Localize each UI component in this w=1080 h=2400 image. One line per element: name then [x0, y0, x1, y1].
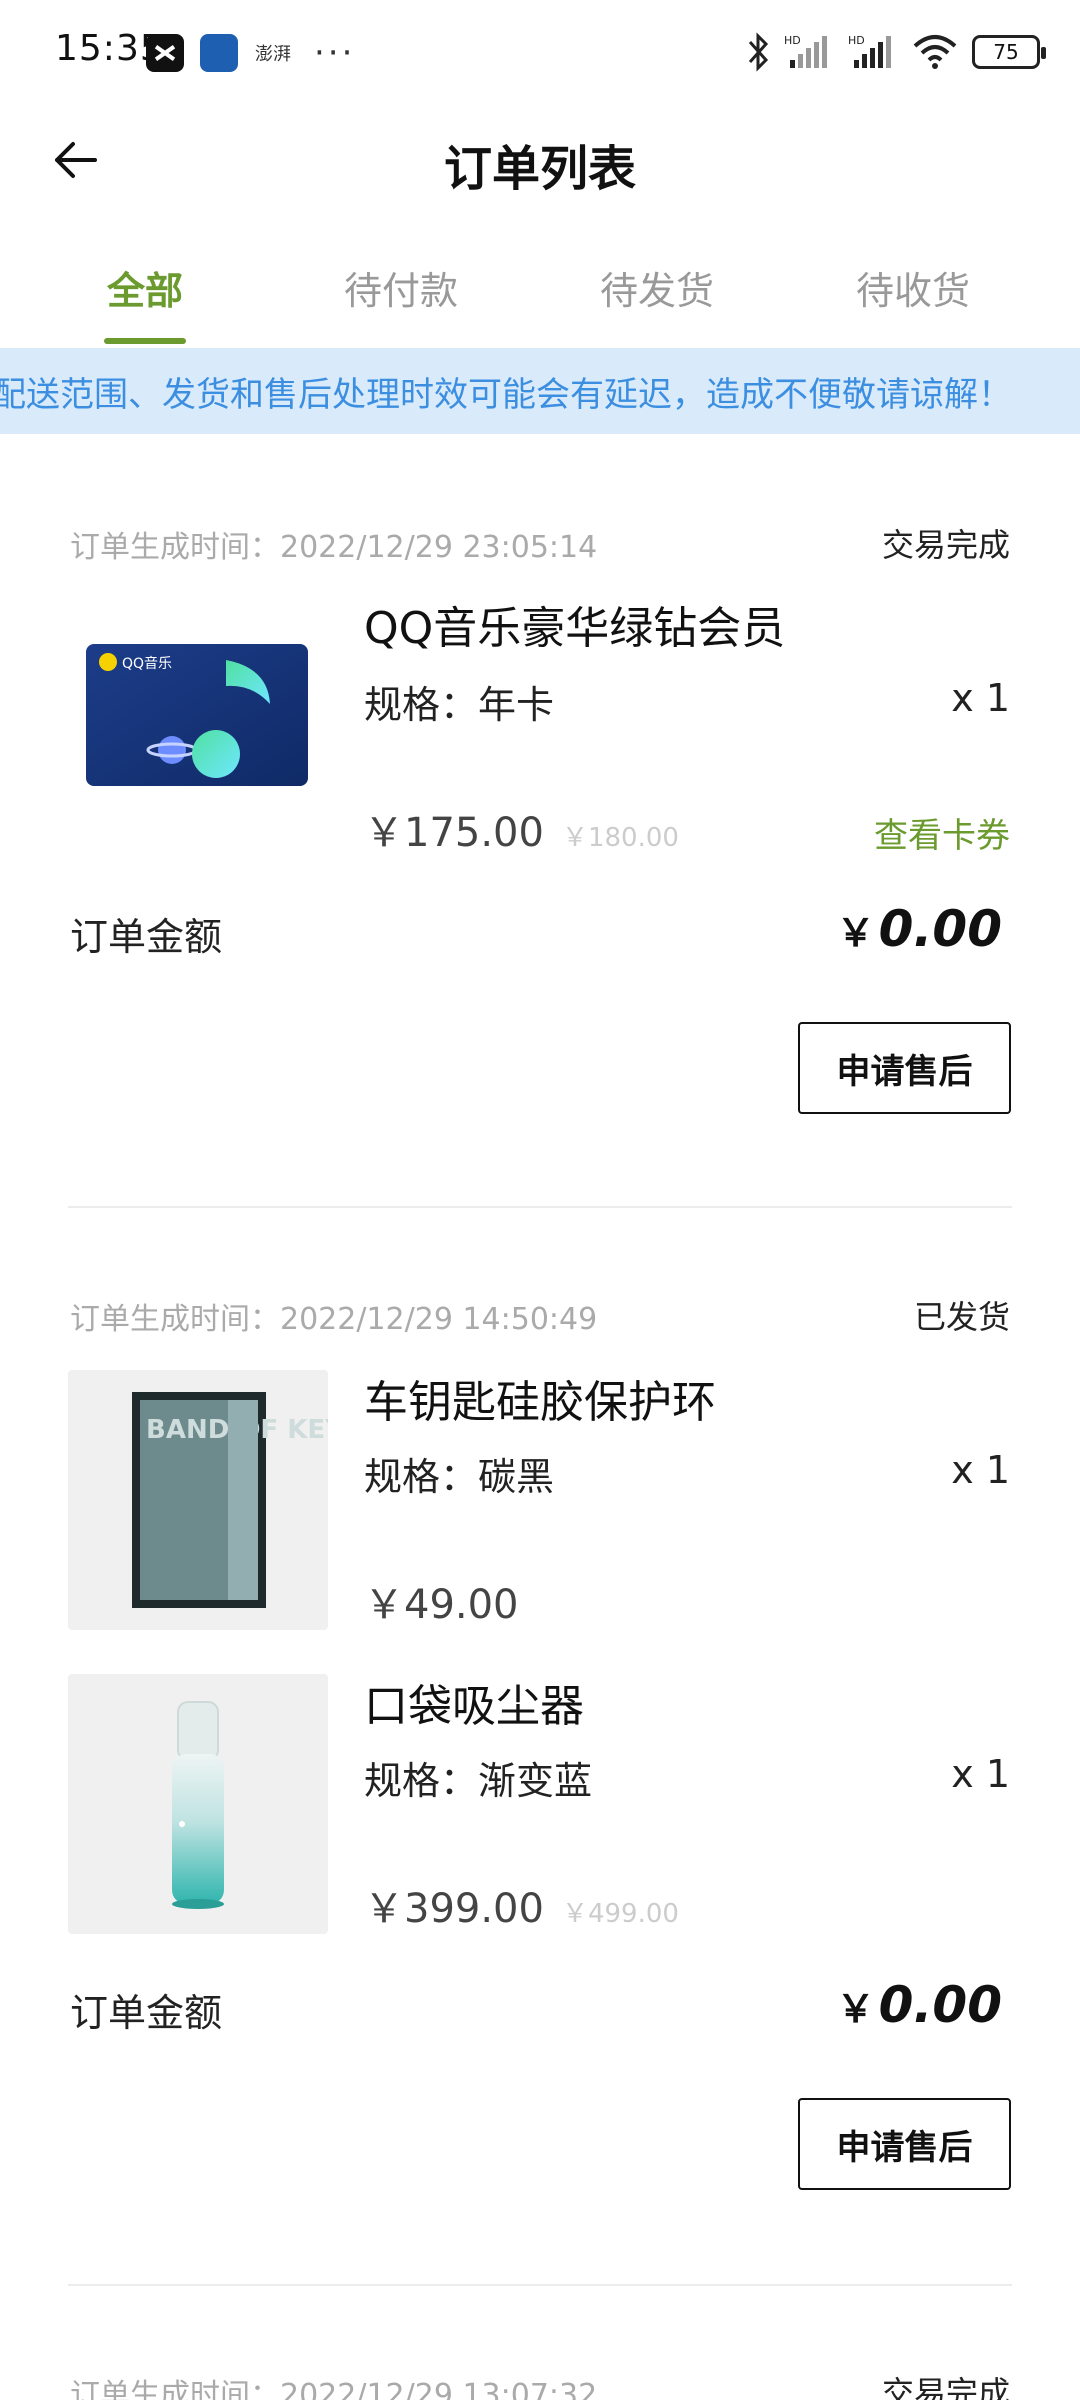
order-time: 订单生成时间：2022/12/29 13:07:32 [70, 2378, 598, 2400]
active-tab-indicator [104, 338, 186, 344]
signal-hd-icon: HD [784, 34, 827, 68]
order-total-amount: ￥0.00 [837, 900, 1002, 958]
order-tabs: 全部 待付款 待发货 待收货 [0, 230, 1080, 345]
bluetooth-icon [748, 32, 769, 72]
svg-text:HD: HD [848, 34, 865, 47]
after-sales-button[interactable]: 申请售后 [798, 2098, 1011, 2190]
product-quantity: x 1 [951, 676, 1010, 720]
tab-pending-shipment[interactable]: 待发货 [557, 260, 757, 315]
svg-text:HD: HD [784, 34, 801, 47]
order-total-label: 订单金额 [70, 1991, 223, 2035]
product-image[interactable] [68, 1674, 328, 1934]
product-image[interactable]: BAND OF KEY [68, 1370, 328, 1630]
news-app-icon [200, 34, 238, 72]
total-value: 0.00 [878, 1976, 1002, 2034]
product-price: ￥49.00 [364, 1572, 519, 1630]
order-time: 订单生成时间：2022/12/29 14:50:49 [70, 1302, 598, 1337]
wifi-icon [913, 35, 957, 69]
order-time: 订单生成时间：2022/12/29 23:05:14 [70, 530, 598, 565]
more-notifications-icon: ··· [314, 33, 356, 73]
tab-all[interactable]: 全部 [45, 260, 245, 315]
total-value: 0.00 [878, 900, 1002, 958]
product-name[interactable]: 口袋吸尘器 [364, 1670, 584, 1734]
band-of-key-image: BAND OF KEY [132, 1392, 328, 1608]
x-app-icon [146, 34, 184, 72]
order-card: 订单生成时间：2022/12/29 13:07:32 交易完成 [0, 2348, 1080, 2400]
order-total-label: 订单金额 [70, 915, 223, 959]
product-price: ￥175.00 ￥180.00 [364, 800, 679, 858]
app-header: 订单列表 [0, 105, 1080, 215]
order-divider [68, 2284, 1012, 2286]
view-coupon-link[interactable]: 查看卡券 [874, 808, 1010, 857]
order-card: 订单生成时间：2022/12/29 14:50:49 已发货 BAND OF K… [0, 1272, 1080, 2212]
original-price: ￥180.00 [561, 823, 679, 853]
order-status: 交易完成 [881, 526, 1010, 564]
notice-banner: 配送范围、发货和售后处理时效可能会有延迟，造成不便敬请谅解！ [0, 348, 1080, 434]
after-sales-button[interactable]: 申请售后 [798, 1022, 1011, 1114]
notification-icons: 澎湃 ··· [146, 33, 355, 73]
product-spec: 规格：渐变蓝 [364, 1759, 593, 1803]
system-icons: HD HD 75 [746, 30, 1046, 74]
product-name[interactable]: QQ音乐豪华绿钻会员 [364, 592, 785, 656]
product-name[interactable]: 车钥匙硅胶保护环 [364, 1366, 716, 1430]
qq-music-card-image: QQ音乐 [86, 644, 308, 786]
tab-pending-receipt[interactable]: 待收货 [813, 260, 1013, 315]
currency-symbol: ￥ [836, 911, 875, 955]
product-quantity: x 1 [951, 1752, 1010, 1796]
product-price: ￥399.00 ￥499.00 [364, 1876, 679, 1934]
original-price: ￥499.00 [561, 1899, 679, 1929]
tab-pending-payment[interactable]: 待付款 [301, 260, 501, 315]
order-divider [68, 1206, 1012, 1208]
qq-card-label: QQ音乐 [122, 655, 172, 672]
order-card: 订单生成时间：2022/12/29 23:05:14 交易完成 QQ音乐 QQ音… [0, 500, 1080, 1200]
product-spec: 规格：碳黑 [364, 1455, 555, 1499]
status-bar: 15:35 澎湃 ··· HD HD 75 [0, 0, 1080, 105]
battery-icon: 75 [972, 35, 1046, 69]
sale-price: ￥175.00 [364, 810, 544, 856]
sale-price: ￥49.00 [364, 1582, 519, 1628]
page-title: 订单列表 [443, 141, 636, 197]
order-total-amount: ￥0.00 [837, 1976, 1002, 2034]
product-quantity: x 1 [951, 1448, 1010, 1492]
signal-hd-2-icon: HD [848, 34, 891, 68]
notice-text: 配送范围、发货和售后处理时效可能会有延迟，造成不便敬请谅解！ [0, 375, 1012, 415]
product-spec: 规格：年卡 [364, 683, 555, 727]
sale-price: ￥399.00 [364, 1886, 544, 1932]
pocket-vacuum-image [172, 1701, 224, 1909]
order-status: 交易完成 [881, 2374, 1010, 2400]
product-image[interactable]: QQ音乐 [68, 608, 328, 868]
currency-symbol: ￥ [836, 1987, 875, 2031]
pengpai-app-icon: 澎湃 [255, 44, 291, 65]
order-status: 已发货 [913, 1298, 1010, 1336]
